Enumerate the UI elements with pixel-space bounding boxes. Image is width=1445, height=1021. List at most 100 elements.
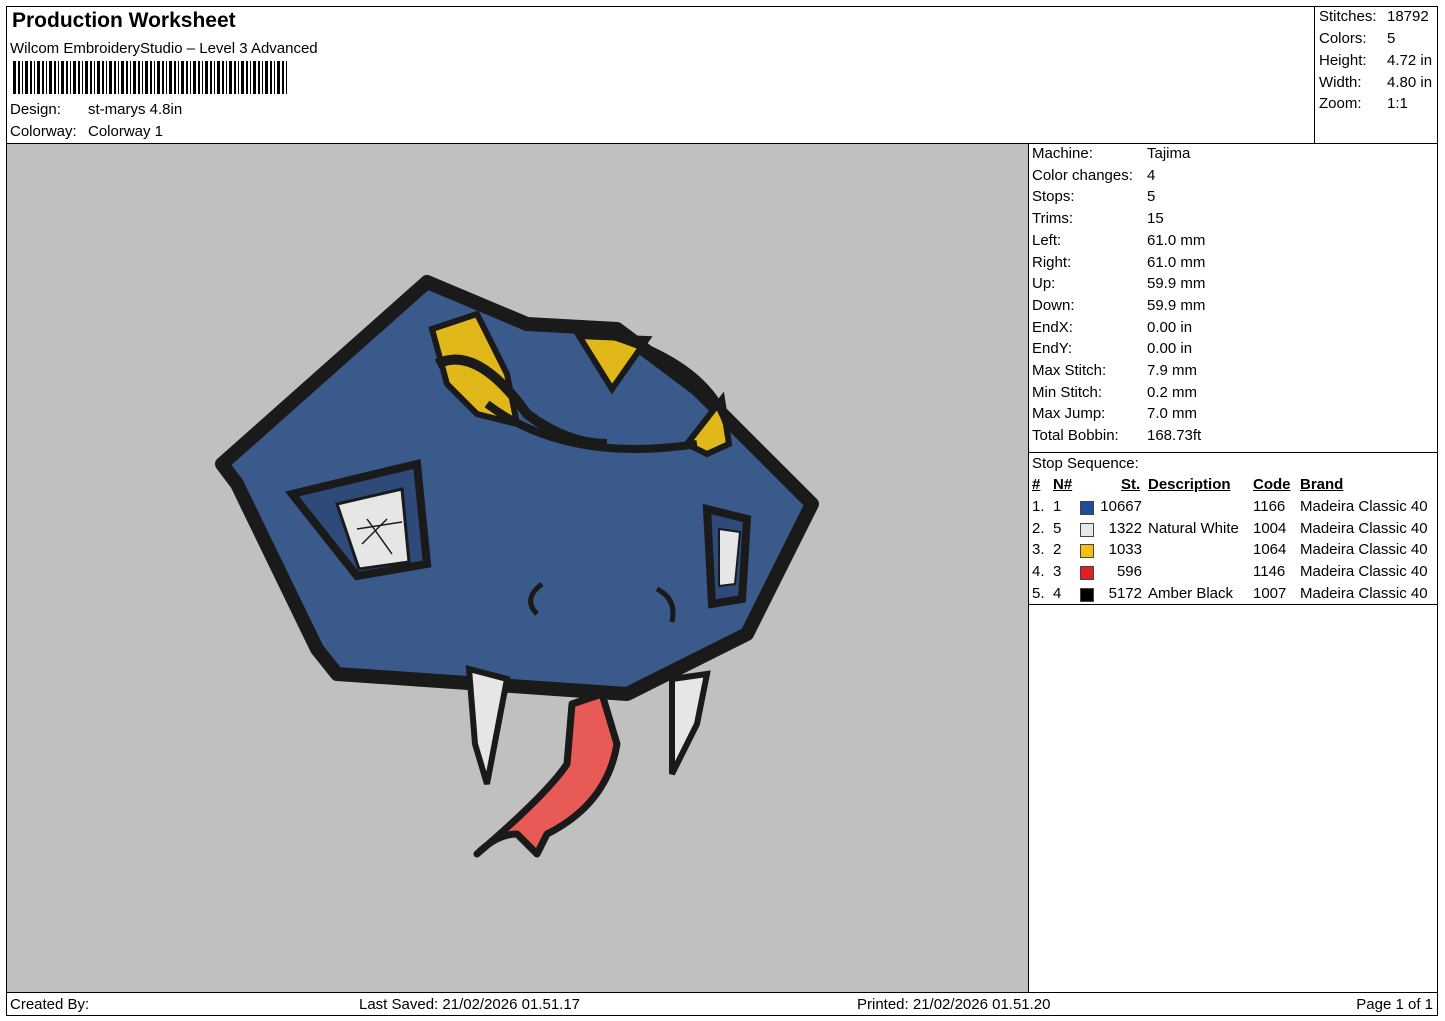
info-label: Up: xyxy=(1032,275,1056,293)
machine-info-row: Machine: Tajima xyxy=(1032,145,1190,162)
colorway-value: Colorway 1 xyxy=(88,123,164,140)
stat-label: Colors: xyxy=(1319,30,1367,47)
machine-info-row: Trims: 15 xyxy=(1032,210,1164,227)
worksheet-frame: Production Worksheet Wilcom EmbroiderySt… xyxy=(6,6,1438,1016)
info-value: 0.00 in xyxy=(1147,318,1193,336)
info-label: EndX: xyxy=(1032,318,1073,336)
machine-info-row: Right: 61.0 mm xyxy=(1032,254,1205,271)
stop-cell-brand: Madeira Classic 40 xyxy=(1300,498,1428,515)
stop-cell-num: 5. xyxy=(1032,584,1045,602)
machine-info-row: Total Bobbin: 168.73ft xyxy=(1032,427,1201,444)
info-value: 61.0 mm xyxy=(1147,253,1206,271)
color-swatch xyxy=(1080,522,1094,537)
stop-cell-code: 1166 xyxy=(1253,498,1286,515)
stats-panel: Stitches: 18792 Colors: 5 Height: 4.72 in W… xyxy=(1314,7,1438,143)
right-side-teeth xyxy=(702,503,752,609)
machine-info-row: EndX: 0.00 in xyxy=(1032,319,1192,336)
stop-cell-st: 1322 xyxy=(1108,519,1142,537)
design-label: Design: xyxy=(10,101,61,118)
colorway-label: Colorway: xyxy=(10,123,77,140)
machine-info-row: Down: 59.9 mm xyxy=(1032,297,1205,314)
info-label: Down: xyxy=(1032,296,1075,314)
stop-cell-num: 1. xyxy=(1032,498,1045,515)
software-name: Wilcom EmbroideryStudio – Level 3 Advanc… xyxy=(10,40,318,57)
stop-cell-code: 1004 xyxy=(1253,519,1287,537)
page-number: Page 1 of 1 xyxy=(1356,996,1433,1013)
divider xyxy=(1029,452,1437,453)
stop-cell-num: 3. xyxy=(1032,541,1045,559)
stop-cell-num: 4. xyxy=(1032,563,1045,581)
stop-sequence-title: Stop Sequence: xyxy=(1032,455,1139,472)
info-label: EndY: xyxy=(1032,340,1073,358)
info-label: Color changes: xyxy=(1032,166,1133,184)
stop-cell-num: 2. xyxy=(1032,519,1045,537)
color-swatch xyxy=(1080,544,1094,559)
stat-stitches: Stitches: 18792 xyxy=(1319,8,1429,25)
info-value: 168.73ft xyxy=(1147,427,1202,445)
info-value: Tajima xyxy=(1147,145,1191,162)
stop-cell-n: 3 xyxy=(1053,563,1062,581)
stop-cell-st: 596 xyxy=(1116,563,1142,581)
stat-value: 1:1 xyxy=(1387,95,1408,112)
color-swatch xyxy=(1080,587,1094,602)
stop-cell-st: 10667 xyxy=(1100,498,1142,515)
snake-head-design xyxy=(215,275,819,858)
machine-info-row: Max Jump: 7.0 mm xyxy=(1032,405,1197,422)
created-by: Created By: xyxy=(10,996,90,1013)
stat-value: 18792 xyxy=(1387,8,1429,25)
machine-info-row: Color changes: 4 xyxy=(1032,167,1155,184)
stat-colors: Colors: 5 xyxy=(1319,30,1395,47)
info-label: Max Jump: xyxy=(1032,405,1106,423)
colorway-row: Colorway: Colorway 1 xyxy=(10,123,163,140)
stat-label: Zoom: xyxy=(1319,95,1362,112)
info-value: 0.2 mm xyxy=(1147,383,1198,401)
info-label: Machine: xyxy=(1032,145,1093,162)
info-value: 59.9 mm xyxy=(1147,296,1206,314)
col-header-code: Code xyxy=(1253,476,1291,493)
machine-info-row: Left: 61.0 mm xyxy=(1032,232,1205,249)
info-panel: Machine: Tajima Color changes: 4 Stops: 5 Trim… xyxy=(1029,144,1437,992)
stop-cell-n: 5 xyxy=(1053,519,1062,537)
stat-value: 4.72 in xyxy=(1387,52,1433,69)
stat-value: 5 xyxy=(1387,30,1396,47)
stop-cell-code: 1146 xyxy=(1253,563,1286,581)
divider xyxy=(1029,604,1437,605)
info-label: Right: xyxy=(1032,253,1072,271)
col-header-st: St. xyxy=(1121,476,1141,493)
info-label: Trims: xyxy=(1032,210,1074,228)
info-value: 5 xyxy=(1147,188,1156,206)
stat-label: Height: xyxy=(1319,52,1367,69)
design-preview xyxy=(7,144,1029,992)
color-swatch xyxy=(1080,501,1094,515)
stop-cell-description: Natural White xyxy=(1148,519,1239,537)
stop-cell-brand: Madeira Classic 40 xyxy=(1300,519,1428,537)
stop-cell-code: 1064 xyxy=(1253,541,1287,559)
machine-info-row: Min Stitch: 0.2 mm xyxy=(1032,384,1197,401)
stop-cell-brand: Madeira Classic 40 xyxy=(1300,584,1428,602)
printed-date: Printed: 21/02/2026 01.51.20 xyxy=(857,996,1051,1013)
stop-row: 1. 1 10667 1166 Madeira Classic 40 xyxy=(1029,498,1437,519)
stop-cell-n: 2 xyxy=(1053,541,1062,559)
stop-cell-code: 1007 xyxy=(1253,584,1287,602)
color-swatch xyxy=(1080,566,1094,581)
col-header-description: Description xyxy=(1148,476,1231,493)
stat-label: Width: xyxy=(1319,74,1362,91)
page-title: Production Worksheet xyxy=(12,9,236,32)
barcode xyxy=(13,61,287,94)
worksheet-footer: Created By: Last Saved: 21/02/2026 01.51… xyxy=(7,992,1437,1016)
design-value: st-marys 4.8in xyxy=(88,101,183,118)
info-value: 0.00 in xyxy=(1147,340,1193,358)
machine-info-row: EndY: 0.00 in xyxy=(1032,340,1192,357)
info-value: 7.9 mm xyxy=(1147,362,1198,379)
design-row: Design: st-marys 4.8in xyxy=(10,101,182,118)
stop-cell-n: 1 xyxy=(1053,498,1062,515)
stop-cell-st: 1033 xyxy=(1108,541,1142,559)
worksheet-header: Production Worksheet Wilcom EmbroiderySt… xyxy=(7,7,1437,144)
col-header-num: # xyxy=(1032,476,1041,493)
info-label: Left: xyxy=(1032,231,1062,249)
info-label: Min Stitch: xyxy=(1032,383,1103,401)
stop-cell-n: 4 xyxy=(1053,584,1062,602)
info-label: Max Stitch: xyxy=(1032,362,1107,379)
last-saved: Last Saved: 21/02/2026 01.51.17 xyxy=(359,996,581,1013)
info-value: 4 xyxy=(1147,166,1156,184)
